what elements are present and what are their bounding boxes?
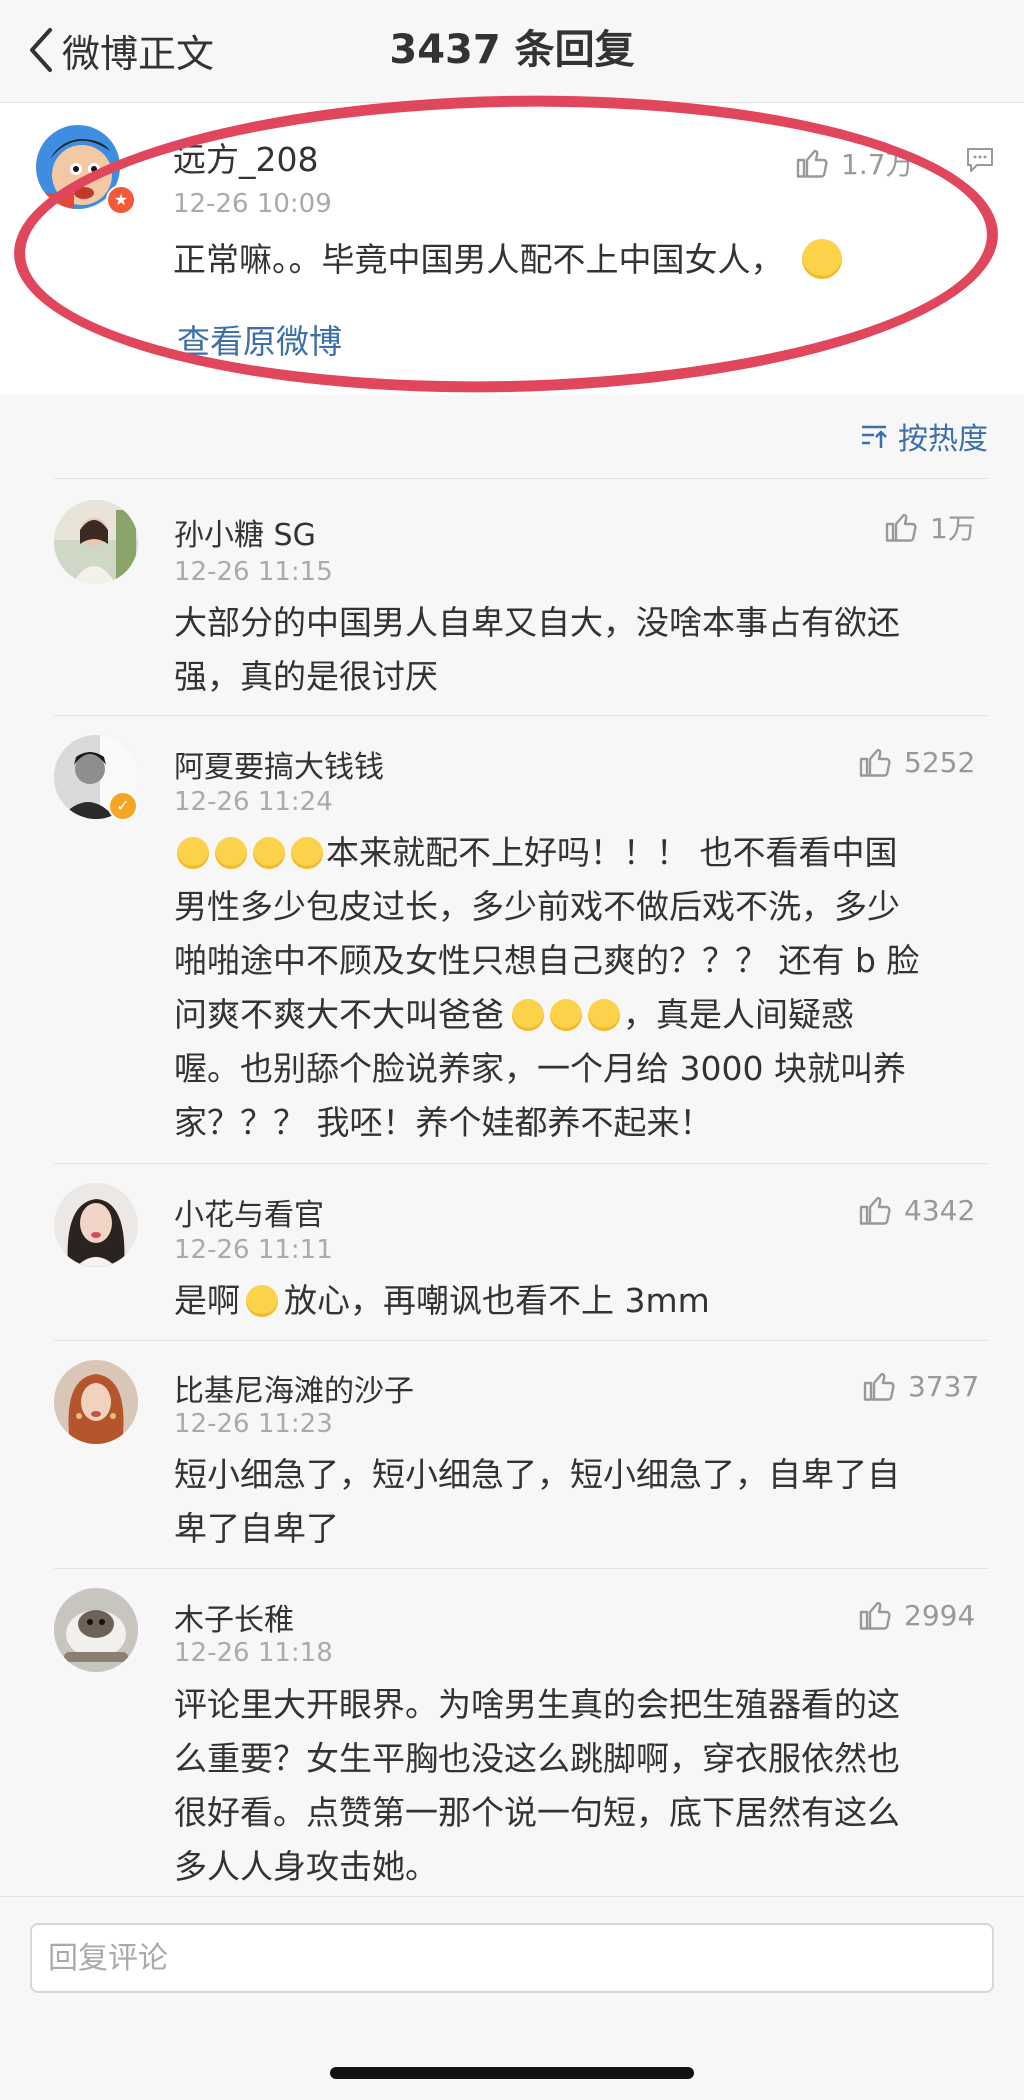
reply-username[interactable]: 木子长稚 xyxy=(174,1595,294,1639)
reply-line: 本来就配不上好吗！！！ 也不看看中国 xyxy=(174,826,1024,880)
thumbs-up-icon xyxy=(885,513,917,542)
reply-line: 家？？？ 我呸！养个娃都养不起来！ xyxy=(174,1103,713,1142)
flushed-emoji-icon xyxy=(253,837,285,869)
comment-text-body: 正常嘛。。毕竟中国男人配不上中国女人， xyxy=(173,240,784,279)
shush-emoji-icon xyxy=(801,239,842,279)
like-count: 1.7万 xyxy=(841,148,914,181)
reply-line: 短小细急了，短小细急了，短小细急了，自卑了自 xyxy=(174,1455,900,1494)
reply-text: 本来就配不上好吗！！！ 也不看看中国 男性多少包皮过长，多少前戏不做后戏不洗，多… xyxy=(174,826,1024,1150)
reply-time: 12-26 11:15 xyxy=(174,557,333,587)
reply-line: 喔。也别舔个脸说养家，一个月给 3000 块就叫养 xyxy=(174,1049,906,1088)
shush-emoji-icon xyxy=(550,999,582,1031)
divider xyxy=(54,1340,988,1341)
reply-line: 多人人身攻击她。 xyxy=(174,1847,438,1886)
like-count: 5252 xyxy=(904,745,976,779)
comment-icon[interactable] xyxy=(965,145,995,175)
thumbs-up-icon xyxy=(859,1601,891,1630)
avatar[interactable] xyxy=(54,1183,138,1267)
reply-comment-input[interactable] xyxy=(30,1923,994,1993)
comment-time: 12-26 10:09 xyxy=(173,189,332,219)
reply-line: 很好看。点赞第一那个说一句短，底下居然有这么 xyxy=(174,1793,900,1832)
flushed-emoji-icon xyxy=(215,837,247,869)
reply-text: 短小细急了，短小细急了，短小细急了，自卑了自 卑了自卑了 xyxy=(174,1448,1024,1556)
reply-username[interactable]: 比基尼海滩的沙子 xyxy=(174,1366,414,1410)
top-nav-bar: 微博正文 3437 条回复 xyxy=(0,0,1024,103)
like-button[interactable]: 1.7万 xyxy=(795,143,914,183)
shush-emoji-icon xyxy=(512,999,544,1031)
thumbs-up-icon xyxy=(859,748,891,777)
like-count: 4342 xyxy=(904,1193,976,1227)
reply-time: 12-26 11:23 xyxy=(174,1409,333,1439)
avatar[interactable] xyxy=(54,1360,138,1444)
reply-time: 12-26 11:24 xyxy=(174,787,333,817)
avatar-image xyxy=(54,500,138,584)
reply-line-text: 放心，再嘲讽也看不上 3mm xyxy=(284,1281,710,1320)
reply-line: 啪啪途中不顾及女性只想自己爽的？？？ 还有 b 脸 xyxy=(174,941,920,980)
verified-badge-icon: ★ xyxy=(106,185,136,215)
reply-line: 卑了自卑了 xyxy=(174,1509,339,1548)
flushed-emoji-icon xyxy=(177,837,209,869)
reply-line-text: 是啊 xyxy=(174,1281,240,1320)
comment-text: 正常嘛。。毕竟中国男人配不上中国女人， xyxy=(173,233,845,287)
reply-line: 强，真的是很讨厌 xyxy=(174,657,438,696)
reply-text: 是啊 放心，再嘲讽也看不上 3mm xyxy=(174,1274,1024,1328)
avatar-image xyxy=(54,1588,138,1672)
sort-by-hot-button[interactable]: 按热度 xyxy=(858,414,988,458)
reply-line: 么重要？女生平胸也没这么跳脚啊，穿衣服依然也 xyxy=(174,1739,900,1778)
reply-line: 是啊 放心，再嘲讽也看不上 3mm xyxy=(174,1274,1024,1328)
sort-icon xyxy=(862,425,887,448)
reply-line: 男性多少包皮过长，多少前戏不做后戏不洗，多少 xyxy=(174,887,900,926)
reply-text: 评论里大开眼界。为啥男生真的会把生殖器看的这 么重要？女生平胸也没这么跳脚啊，穿… xyxy=(174,1678,1024,1894)
like-button[interactable]: 1万 xyxy=(884,507,976,547)
reply-line-text: 本来就配不上好吗！！！ 也不看看中国 xyxy=(326,833,898,872)
like-button[interactable]: 2994 xyxy=(858,1597,975,1633)
divider xyxy=(54,1568,988,1569)
reply-line: 评论里大开眼界。为啥男生真的会把生殖器看的这 xyxy=(174,1685,900,1724)
thumbs-up-icon xyxy=(859,1196,891,1225)
reply-text: 大部分的中国男人自卑又自大，没啥本事占有欲还 强，真的是很讨厌 xyxy=(174,596,1024,704)
thumbs-up-icon xyxy=(796,149,828,178)
avatar-image xyxy=(54,1183,138,1267)
thumbs-up-icon xyxy=(863,1372,895,1401)
reply-username[interactable]: 小花与看官 xyxy=(174,1190,324,1234)
like-button[interactable]: 4342 xyxy=(858,1192,975,1228)
like-count: 3737 xyxy=(908,1369,980,1403)
verified-badge-icon: ✓ xyxy=(108,791,138,821)
smile-emoji-icon xyxy=(246,1285,278,1317)
sort-label: 按热度 xyxy=(898,422,988,457)
page-title: 3437 条回复 xyxy=(389,27,635,73)
reply-username[interactable]: 阿夏要搞大钱钱 xyxy=(174,742,384,786)
like-count: 2994 xyxy=(904,1598,976,1632)
reply-time: 12-26 11:11 xyxy=(174,1235,333,1265)
shush-emoji-icon xyxy=(588,999,620,1031)
avatar[interactable] xyxy=(54,500,138,584)
reply-time: 12-26 11:18 xyxy=(174,1638,333,1668)
reply-username[interactable]: 孙小糖 SG xyxy=(174,510,316,554)
home-indicator[interactable] xyxy=(330,2067,694,2079)
reply-line: 问爽不爽大不大叫爸爸 ，真是人间疑惑 xyxy=(174,988,1024,1042)
main-comment: ★ 远方_208 12-26 10:09 正常嘛。。毕竟中国男人配不上中国女人，… xyxy=(0,103,1024,395)
reply-line-text: 问爽不爽大不大叫爸爸 xyxy=(174,995,504,1034)
divider xyxy=(54,478,988,479)
like-count: 1万 xyxy=(930,512,976,545)
reply-line: 大部分的中国男人自卑又自大，没啥本事占有欲还 xyxy=(174,603,900,642)
divider xyxy=(54,715,988,716)
view-original-link[interactable]: 查看原微博 xyxy=(177,315,342,363)
flushed-emoji-icon xyxy=(291,837,323,869)
like-button[interactable]: 3737 xyxy=(862,1368,979,1404)
like-button[interactable]: 5252 xyxy=(858,744,975,780)
avatar-image xyxy=(54,1360,138,1444)
comment-username[interactable]: 远方_208 xyxy=(173,133,319,181)
bottom-bar xyxy=(0,1896,1024,2100)
reply-line-text: ，真是人间疑惑 xyxy=(623,995,854,1034)
avatar[interactable] xyxy=(54,1588,138,1672)
divider xyxy=(54,1163,988,1164)
